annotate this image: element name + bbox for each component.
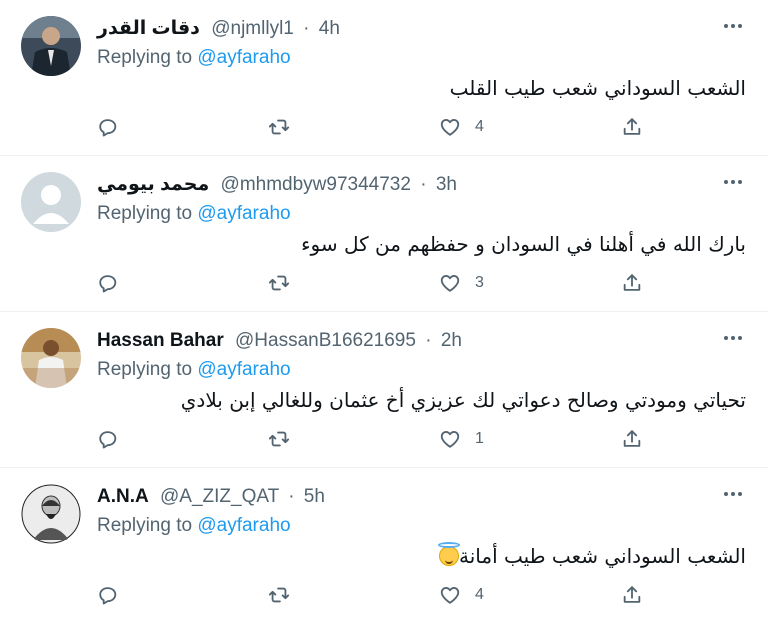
like-icon bbox=[440, 587, 460, 604]
share-icon bbox=[623, 430, 641, 447]
like-icon bbox=[440, 119, 460, 136]
share-button[interactable] bbox=[621, 583, 643, 607]
tweet-text: بارك الله في أهلنا في السودان و حفظهم من… bbox=[301, 230, 746, 258]
reply-button[interactable] bbox=[97, 427, 119, 451]
reply-button[interactable] bbox=[97, 271, 119, 295]
replying-to-label: Replying to bbox=[97, 47, 198, 68]
more-icon[interactable] bbox=[724, 24, 746, 34]
replying-to-line: Replying to @ayfaraho bbox=[97, 202, 291, 226]
tweet-header: محمد بيومي @mhmdbyw97344732 · 3h bbox=[97, 173, 457, 197]
tweet-text-content: تحياتي ومودتي وصالح دعواتي لك عزيزي أخ ع… bbox=[180, 388, 746, 412]
retweet-button[interactable] bbox=[268, 583, 290, 607]
user-handle[interactable]: @A_ZIZ_QAT bbox=[160, 486, 279, 507]
tweet-header: A.N.A @A_ZIZ_QAT · 5h bbox=[97, 485, 325, 509]
replying-to-label: Replying to bbox=[97, 203, 198, 224]
avatar[interactable] bbox=[21, 172, 81, 232]
tweet-header: دقات القدر @njmllyl1 · 4h bbox=[97, 17, 340, 41]
like-count: 1 bbox=[475, 430, 484, 447]
tweet-actions: 1 bbox=[97, 427, 657, 451]
like-button[interactable]: 1 bbox=[439, 427, 484, 451]
tweet-text: الشعب السوداني شعب طيب أمانة bbox=[435, 542, 746, 570]
tweet-header: Hassan Bahar @HassanB16621695 · 2h bbox=[97, 329, 462, 353]
retweet-icon bbox=[268, 431, 290, 447]
like-button[interactable]: 3 bbox=[439, 271, 484, 295]
replying-to-label: Replying to bbox=[97, 515, 198, 536]
share-button[interactable] bbox=[621, 115, 643, 139]
like-icon bbox=[440, 275, 460, 292]
like-button[interactable]: 4 bbox=[439, 583, 484, 607]
tweet-text-content: الشعب السوداني شعب طيب أمانة bbox=[458, 544, 746, 568]
tweet-text: تحياتي ومودتي وصالح دعواتي لك عزيزي أخ ع… bbox=[181, 386, 746, 414]
share-button[interactable] bbox=[621, 271, 643, 295]
replying-to-line: Replying to @ayfaraho bbox=[97, 46, 291, 70]
user-handle[interactable]: @HassanB16621695 bbox=[235, 330, 416, 351]
retweet-icon bbox=[268, 587, 290, 603]
timestamp[interactable]: 5h bbox=[304, 486, 325, 507]
user-handle[interactable]: @njmllyl1 bbox=[211, 18, 294, 39]
tweet-text: الشعب السوداني شعب طيب القلب bbox=[450, 74, 746, 102]
display-name[interactable]: محمد بيومي bbox=[97, 174, 209, 195]
avatar[interactable] bbox=[21, 328, 81, 388]
tweet-text-content: بارك الله في أهلنا في السودان و حفظهم من… bbox=[301, 232, 746, 256]
separator-dot: · bbox=[425, 330, 432, 351]
display-name[interactable]: Hassan Bahar bbox=[97, 330, 224, 351]
tweet[interactable]: Hassan Bahar @HassanB16621695 · 2h Reply… bbox=[0, 312, 768, 468]
reply-timeline: دقات القدر @njmllyl1 · 4h Replying to @a… bbox=[0, 0, 768, 629]
retweet-button[interactable] bbox=[268, 115, 290, 139]
replying-to-label: Replying to bbox=[97, 359, 198, 380]
avatar[interactable] bbox=[21, 16, 81, 76]
retweet-button[interactable] bbox=[268, 271, 290, 295]
more-icon[interactable] bbox=[724, 180, 746, 190]
like-count: 4 bbox=[475, 118, 484, 135]
tweet-actions: 4 bbox=[97, 115, 657, 139]
mention-link[interactable]: @ayfaraho bbox=[197, 47, 290, 68]
tweet-actions: 3 bbox=[97, 271, 657, 295]
share-icon bbox=[623, 586, 641, 603]
replying-to-line: Replying to @ayfaraho bbox=[97, 514, 291, 538]
reply-icon bbox=[99, 119, 117, 137]
timestamp[interactable]: 2h bbox=[441, 330, 462, 351]
display-name[interactable]: A.N.A bbox=[97, 486, 149, 507]
mention-link[interactable]: @ayfaraho bbox=[197, 359, 290, 380]
tweet-actions: 4 bbox=[97, 583, 657, 607]
tweet[interactable]: محمد بيومي @mhmdbyw97344732 · 3h Replyin… bbox=[0, 156, 768, 312]
like-button[interactable]: 4 bbox=[439, 115, 484, 139]
separator-dot: · bbox=[288, 486, 295, 507]
share-icon bbox=[623, 118, 641, 135]
separator-dot: · bbox=[303, 18, 310, 39]
reply-icon bbox=[99, 431, 117, 449]
like-count: 3 bbox=[475, 274, 484, 291]
tweet[interactable]: دقات القدر @njmllyl1 · 4h Replying to @a… bbox=[0, 0, 768, 156]
reply-icon bbox=[99, 587, 117, 605]
reply-button[interactable] bbox=[97, 583, 119, 607]
mention-link[interactable]: @ayfaraho bbox=[197, 203, 290, 224]
replying-to-line: Replying to @ayfaraho bbox=[97, 358, 291, 382]
mention-link[interactable]: @ayfaraho bbox=[197, 515, 290, 536]
smiling-face-with-halo-emoji bbox=[437, 542, 460, 566]
timestamp[interactable]: 3h bbox=[436, 174, 457, 195]
display-name[interactable]: دقات القدر bbox=[97, 18, 200, 39]
user-handle[interactable]: @mhmdbyw97344732 bbox=[221, 174, 411, 195]
tweet-text-content: الشعب السوداني شعب طيب القلب bbox=[449, 76, 746, 100]
reply-icon bbox=[99, 275, 117, 293]
timestamp[interactable]: 4h bbox=[319, 18, 340, 39]
retweet-button[interactable] bbox=[268, 427, 290, 451]
tweet[interactable]: A.N.A @A_ZIZ_QAT · 5h Replying to @ayfar… bbox=[0, 468, 768, 629]
reply-button[interactable] bbox=[97, 115, 119, 139]
like-count: 4 bbox=[475, 586, 484, 603]
retweet-icon bbox=[268, 119, 290, 135]
more-icon[interactable] bbox=[724, 492, 746, 502]
more-icon[interactable] bbox=[724, 336, 746, 346]
separator-dot: · bbox=[420, 174, 427, 195]
like-icon bbox=[440, 431, 460, 448]
retweet-icon bbox=[268, 275, 290, 291]
share-button[interactable] bbox=[621, 427, 643, 451]
share-icon bbox=[623, 274, 641, 291]
avatar[interactable] bbox=[21, 484, 81, 544]
